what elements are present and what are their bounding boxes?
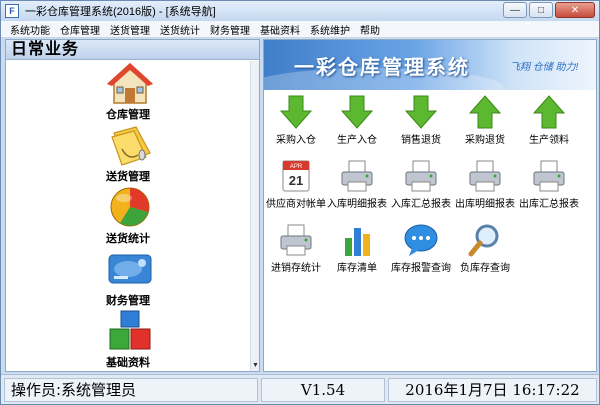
title-bar: F 一彩仓库管理系统(2016版) - [系统导航] — □ ✕ <box>1 1 599 21</box>
svg-text:21: 21 <box>289 173 303 188</box>
menu-system[interactable]: 系统功能 <box>5 22 55 37</box>
nav-item-delivery[interactable]: 送货管理 <box>6 123 250 185</box>
status-datetime: 2016年1月7日 16:17:22 <box>388 378 597 402</box>
nav-label-warehouse: 仓库管理 <box>106 109 150 121</box>
green-up-arrow-icon <box>468 95 502 129</box>
status-bar: 操作员:系统管理员 V1.54 2016年1月7日 16:17:22 <box>1 374 599 404</box>
green-down-arrow-icon <box>279 95 313 129</box>
finance-card-icon <box>108 254 152 284</box>
nav-label-delivery: 送货管理 <box>106 171 150 183</box>
minimize-button[interactable]: — <box>503 2 527 18</box>
tool-stock-alert-query[interactable]: 库存报警查询 <box>385 222 457 284</box>
printer-icon <box>341 160 373 192</box>
nav-list: 仓库管理 送货管理 送货统计 财务管理 基础资料 <box>6 61 250 371</box>
tool-outbound-summary-report[interactable]: 出库汇总报表 <box>513 158 585 220</box>
menu-bar: 系统功能 仓库管理 送货管理 送货统计 财务管理 基础资料 系统维护 帮助 <box>1 21 599 38</box>
nav-item-finance[interactable]: 财务管理 <box>6 247 250 309</box>
menu-basic-data[interactable]: 基础资料 <box>255 22 305 37</box>
bar-chart-icon <box>345 228 370 256</box>
tool-inbound-summary-report[interactable]: 入库汇总报表 <box>385 158 457 220</box>
tool-sales-return[interactable]: 销售退货 <box>385 94 457 156</box>
blocks-icon <box>109 310 151 350</box>
scroll-down-icon[interactable]: ▼ <box>251 361 260 371</box>
printer-icon <box>533 160 565 192</box>
nav-item-warehouse[interactable]: 仓库管理 <box>6 61 250 123</box>
green-down-arrow-icon <box>340 95 374 129</box>
svg-text:APR: APR <box>290 164 303 170</box>
nav-label-basic-data: 基础资料 <box>106 357 150 369</box>
tool-stock-list[interactable]: 库存清单 <box>321 222 393 284</box>
window-controls: — □ ✕ <box>503 2 595 18</box>
menu-finance[interactable]: 财务管理 <box>205 22 255 37</box>
status-version: V1.54 <box>261 378 385 402</box>
tool-negative-stock-query[interactable]: 负库存查询 <box>449 222 521 284</box>
menu-delivery[interactable]: 送货管理 <box>105 22 155 37</box>
printer-icon <box>280 224 312 256</box>
app-window: F 一彩仓库管理系统(2016版) - [系统导航] — □ ✕ 系统功能 仓库… <box>0 0 600 405</box>
tool-production-in[interactable]: 生产入仓 <box>321 94 393 156</box>
left-panel-header: 日常业务 <box>6 40 259 60</box>
pie-chart-icon <box>110 187 150 227</box>
tool-label: 销售退货 <box>401 135 441 146</box>
tool-label: 负库存查询 <box>460 263 510 274</box>
tool-inbound-detail-report[interactable]: 入库明细报表 <box>321 158 393 220</box>
delivery-folder-icon <box>111 126 151 166</box>
close-button[interactable]: ✕ <box>555 2 595 18</box>
warehouse-house-icon <box>107 62 153 104</box>
tool-outbound-detail-report[interactable]: 出库明细报表 <box>449 158 521 220</box>
nav-scrollbar[interactable]: ▼ <box>250 61 259 371</box>
tool-label: 生产领料 <box>529 135 569 146</box>
tool-label: 生产入仓 <box>337 135 377 146</box>
tool-production-pick[interactable]: 生产领料 <box>513 94 585 156</box>
nav-label-delivery-stats: 送货统计 <box>106 233 150 245</box>
nav-item-basic-data[interactable]: 基础资料 <box>6 309 250 371</box>
green-down-arrow-icon <box>404 95 438 129</box>
calendar-icon: APR 21 <box>282 160 310 192</box>
printer-icon <box>469 160 501 192</box>
tool-label: 入库明细报表 <box>327 199 387 210</box>
magnifier-icon <box>468 224 499 257</box>
tool-label: 库存报警查询 <box>391 263 451 274</box>
right-panel: 一彩仓库管理系统 飞翔 仓储 助力! 采购入仓 生产入仓 销售退货 采购退货 生… <box>263 39 597 372</box>
banner: 一彩仓库管理系统 飞翔 仓储 助力! <box>264 40 596 90</box>
menu-delivery-stats[interactable]: 送货统计 <box>155 22 205 37</box>
menu-help[interactable]: 帮助 <box>355 22 385 37</box>
maximize-button[interactable]: □ <box>529 2 553 18</box>
printer-icon <box>405 160 437 192</box>
tool-label: 出库汇总报表 <box>519 199 579 210</box>
nav-item-delivery-stats[interactable]: 送货统计 <box>6 185 250 247</box>
banner-slogan: 飞翔 仓储 助力! <box>510 62 579 73</box>
tool-purchase-return[interactable]: 采购退货 <box>449 94 521 156</box>
speech-bubble-icon <box>404 224 438 256</box>
tool-label: 库存清单 <box>337 263 377 274</box>
tool-label: 入库汇总报表 <box>391 199 451 210</box>
menu-warehouse[interactable]: 仓库管理 <box>55 22 105 37</box>
green-up-arrow-icon <box>532 95 566 129</box>
nav-label-finance: 财务管理 <box>106 295 150 307</box>
menu-maintenance[interactable]: 系统维护 <box>305 22 355 37</box>
app-icon[interactable]: F <box>5 4 19 18</box>
status-operator: 操作员:系统管理员 <box>4 378 258 402</box>
banner-title: 一彩仓库管理系统 <box>294 57 470 79</box>
tool-label: 采购退货 <box>465 135 505 146</box>
left-nav-panel: 日常业务 仓库管理 送货管理 送货统计 财务管理 基础资料 ▼ <box>5 39 260 372</box>
tool-label: 出库明细报表 <box>455 199 515 210</box>
window-title: 一彩仓库管理系统(2016版) - [系统导航] <box>25 6 216 18</box>
